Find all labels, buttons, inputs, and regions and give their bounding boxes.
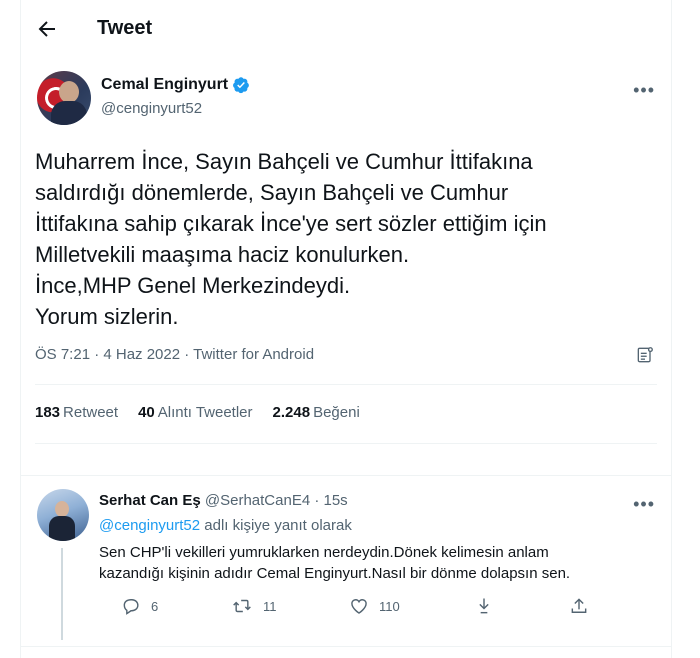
reply-button[interactable]: 6 [121,596,158,616]
tweet-text: Muharrem İnce, Sayın Bahçeli ve Cumhur İ… [35,146,655,332]
page-header: Tweet [21,0,671,58]
divider [21,475,671,476]
thread-line [61,548,63,640]
arrow-left-icon [38,21,55,37]
retweet-icon [233,599,251,613]
verified-badge-icon [232,76,250,94]
page-title: Tweet [97,17,153,39]
reply-text-line: kazandığı kişinin adıdır Cemal Enginyurt… [99,565,571,582]
reply-avatar[interactable] [37,489,89,541]
tweet-text-line: İttifakına sahip çıkarak İnce'ye sert sö… [35,211,547,236]
tweet-text-line: saldırdığı dönemlerde, Sayın Bahçeli ve … [35,180,509,205]
tweet-text-line: Yorum sizlerin. [35,304,179,329]
divider [35,384,657,385]
author-avatar[interactable] [37,71,91,125]
analytics-icon[interactable] [635,345,655,370]
like-stat[interactable]: 2.248 Beğeni [273,404,360,421]
reply-text: Sen CHP'li vekilleri yumruklarken nerdey… [99,542,659,584]
arrow-down-tray-icon [479,598,489,614]
reply-more-options-icon[interactable]: ••• [633,494,655,515]
bookmark-button[interactable] [474,596,494,616]
reply-text-line: Sen CHP'li vekilleri yumruklarken nerdey… [99,544,549,561]
comment-icon [123,599,139,615]
replying-mention-link[interactable]: @cenginyurt52 [99,517,200,534]
replying-to: @cenginyurt52 adlı kişiye yanıt olarak [99,517,352,534]
reply-handle-time[interactable]: @SerhatCanE4 · 15s [201,492,348,509]
retweet-stat[interactable]: 183 Retweet [35,404,118,421]
like-button[interactable]: 110 [349,596,400,616]
tweet-column: Tweet Cemal Enginyurt @cenginyurt52 ••• … [20,0,672,658]
reply-actions: 6 11 110 [99,596,619,618]
share-icon [571,598,587,613]
author-name[interactable]: Cemal Enginyurt [101,76,228,94]
quote-stat[interactable]: 40 Alıntı Tweetler [138,404,252,421]
share-button[interactable] [569,596,589,616]
divider [21,646,671,647]
author-name-row[interactable]: Cemal Enginyurt [101,76,250,94]
retweet-button[interactable]: 11 [231,596,277,616]
more-options-icon[interactable]: ••• [633,80,655,101]
reply-count: 6 [151,598,159,614]
divider [35,443,657,444]
author-handle[interactable]: @cenginyurt52 [101,100,202,117]
tweet-stats: 183 Retweet 40 Alıntı Tweetler 2.248 Beğeni [35,404,360,421]
tweet-text-line: İnce,MHP Genel Merkezindeydi. [35,273,351,298]
retweet-count: 11 [263,598,277,614]
like-count: 110 [379,598,400,614]
reply-author-name[interactable]: Serhat Can Eş [99,492,201,509]
reply-header[interactable]: Serhat Can Eş @SerhatCanE4 · 15s [99,492,348,509]
tweet-text-line: Muharrem İnce, Sayın Bahçeli ve Cumhur İ… [35,149,533,174]
tweet-meta[interactable]: ÖS 7:21 · 4 Haz 2022 · Twitter for Andro… [35,346,314,363]
tweet-text-line: Milletvekili maaşıma haciz konulurken. [35,242,410,267]
heart-icon [351,599,367,614]
back-button[interactable] [35,17,59,41]
